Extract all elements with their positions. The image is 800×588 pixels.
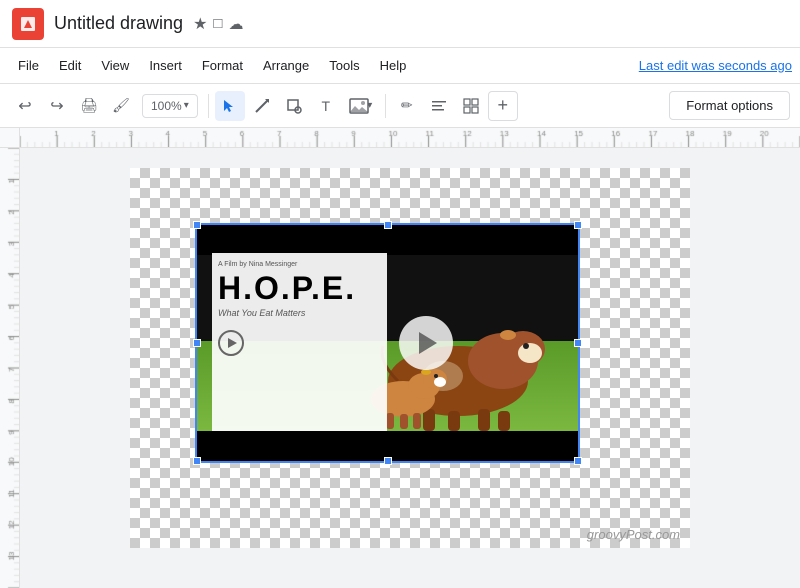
menu-view[interactable]: View	[91, 54, 139, 77]
image-icon	[349, 98, 369, 114]
drive-icon[interactable]: □	[213, 15, 222, 32]
large-play-triangle	[419, 332, 437, 354]
toolbar-separator-2	[385, 94, 386, 118]
align-tool-button[interactable]	[424, 91, 454, 121]
horizontal-ruler	[20, 128, 800, 148]
handle-tr[interactable]	[574, 221, 582, 229]
handle-bc[interactable]	[384, 457, 392, 465]
table-tool-button[interactable]	[456, 91, 486, 121]
redo-button[interactable]: ↪	[42, 91, 72, 121]
vertical-ruler	[0, 148, 20, 588]
table-icon	[463, 98, 479, 114]
paint-format-button[interactable]: 🖌	[106, 91, 136, 121]
menu-help[interactable]: Help	[370, 54, 417, 77]
shape-icon	[286, 98, 302, 114]
star-icon[interactable]: ★	[193, 14, 207, 34]
handle-bl[interactable]	[193, 457, 201, 465]
toolbar: ↩ ↪ 🖨 🖌 100% ▾ T ▾ ✏	[0, 84, 800, 128]
format-options-button[interactable]: Format options	[669, 91, 790, 120]
handle-mr[interactable]	[574, 339, 582, 347]
menu-file[interactable]: File	[8, 54, 49, 77]
line-tool-button[interactable]	[247, 91, 277, 121]
cloud-icon[interactable]: ☁	[228, 15, 243, 33]
app-icon	[12, 8, 44, 40]
pen-tool-button[interactable]: ✏	[392, 91, 422, 121]
ruler-row	[0, 128, 800, 148]
undo-button[interactable]: ↩	[10, 91, 40, 121]
handle-tc[interactable]	[384, 221, 392, 229]
watermark: groovyPost.com	[587, 527, 680, 542]
textbox-tool-button[interactable]: T	[311, 91, 341, 121]
film-by-text: A Film by Nina Messinger	[218, 261, 381, 268]
black-bar-top	[197, 225, 578, 255]
handle-ml[interactable]	[193, 339, 201, 347]
zoom-value: 100%	[151, 99, 182, 113]
line-icon	[254, 98, 270, 114]
select-tool-button[interactable]	[215, 91, 245, 121]
title-bar: Untitled drawing ★ □ ☁	[0, 0, 800, 48]
last-edit-status: Last edit was seconds ago	[639, 58, 792, 73]
menu-edit[interactable]: Edit	[49, 54, 91, 77]
zoom-chevron-icon: ▾	[184, 100, 189, 111]
app-title: Untitled drawing	[54, 13, 183, 34]
shape-tool-button[interactable]	[279, 91, 309, 121]
large-play-button[interactable]	[399, 316, 453, 370]
video-content: A Film by Nina Messinger H.O.P.E. What Y…	[197, 225, 578, 461]
toolbar-separator-1	[208, 94, 209, 118]
small-play-button[interactable]	[218, 330, 244, 356]
hope-text-bg: A Film by Nina Messinger H.O.P.E. What Y…	[212, 253, 387, 431]
handle-br[interactable]	[574, 457, 582, 465]
menu-arrange[interactable]: Arrange	[253, 54, 319, 77]
print-button[interactable]: 🖨	[74, 91, 104, 121]
menu-format[interactable]: Format	[192, 54, 253, 77]
small-play-icon	[228, 338, 237, 348]
zoom-dropdown[interactable]: 100% ▾	[142, 94, 198, 118]
insert-button[interactable]: +	[488, 91, 518, 121]
canvas-scroll-area[interactable]: A Film by Nina Messinger H.O.P.E. What Y…	[20, 148, 800, 588]
content-area: A Film by Nina Messinger H.O.P.E. What Y…	[0, 148, 800, 588]
subtitle-text: What You Eat Matters	[218, 308, 381, 318]
hope-title: H.O.P.E.	[218, 272, 381, 304]
align-icon	[431, 98, 447, 114]
menu-tools[interactable]: Tools	[319, 54, 369, 77]
menu-bar: File Edit View Insert Format Arrange Too…	[0, 48, 800, 84]
drawings-logo-svg	[18, 14, 38, 34]
video-element[interactable]: A Film by Nina Messinger H.O.P.E. What Y…	[195, 223, 580, 463]
ruler-corner	[0, 128, 20, 148]
image-tool-button[interactable]: ▾	[343, 91, 379, 121]
handle-tl[interactable]	[193, 221, 201, 229]
drawing-surface[interactable]: A Film by Nina Messinger H.O.P.E. What Y…	[130, 168, 690, 548]
menu-insert[interactable]: Insert	[139, 54, 192, 77]
cursor-icon	[222, 98, 238, 114]
